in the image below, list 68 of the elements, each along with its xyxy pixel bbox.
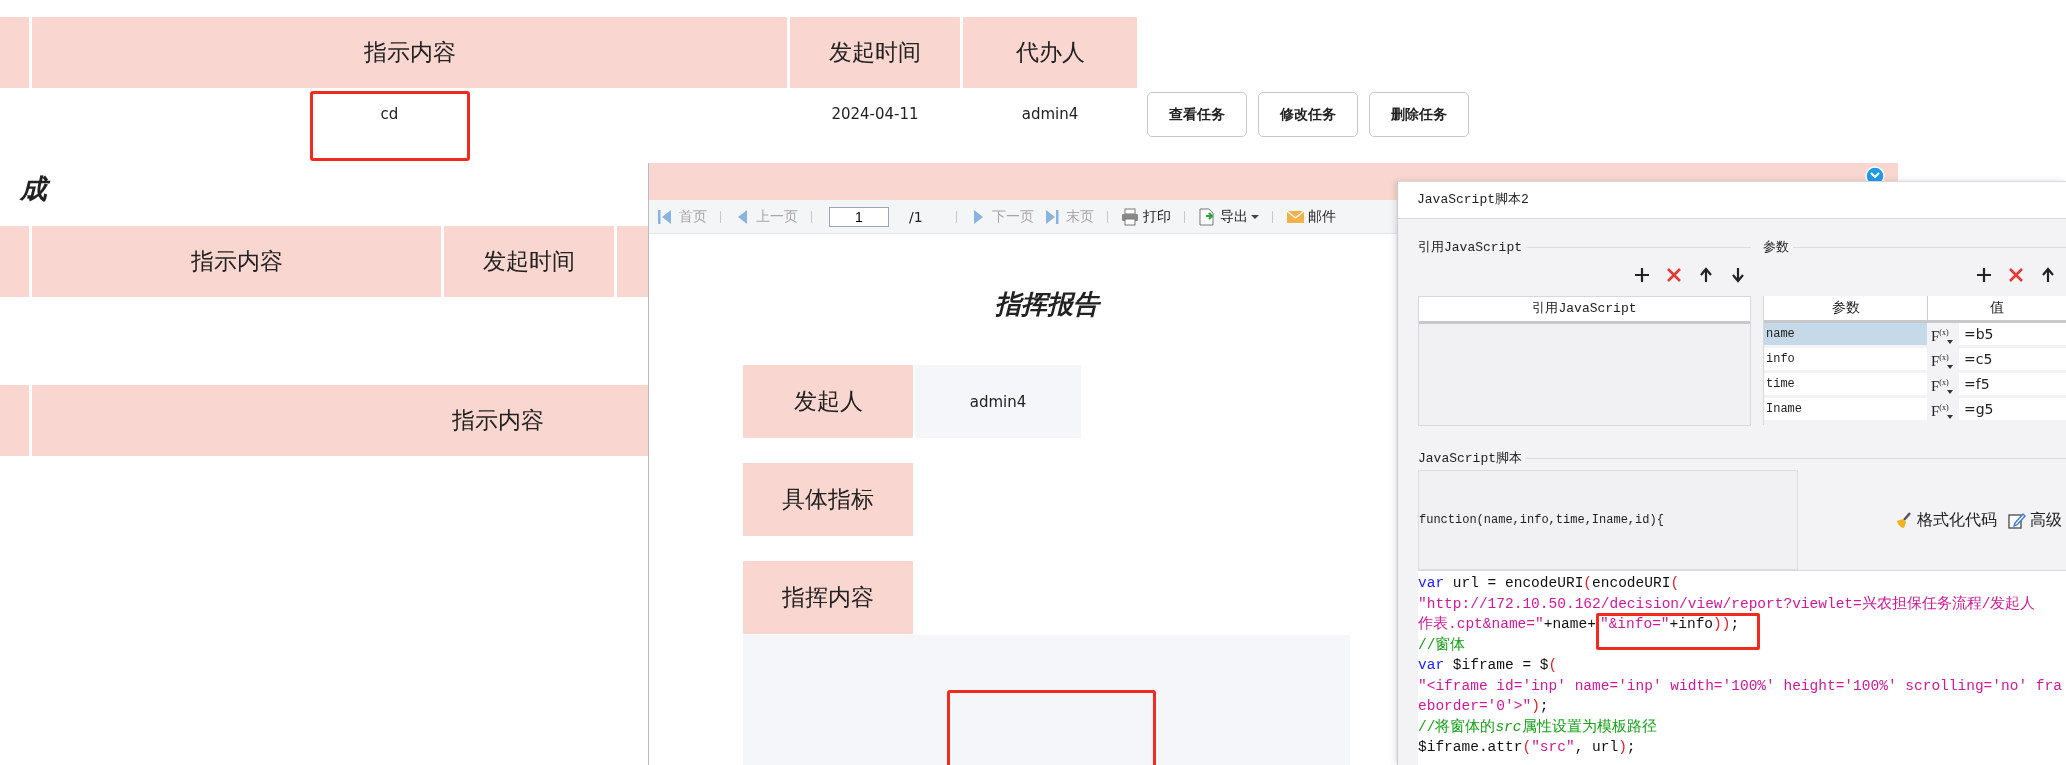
code-line: "<iframe id='inp' name='inp' width='100%' height='100%' scrolling='no' fra (1418, 676, 2062, 696)
table-cell: 2024-04-11 (831, 104, 919, 124)
column-header: 引用JavaScript (1419, 297, 1750, 324)
dialog-title: JavaScript脚本2 (1398, 182, 2066, 219)
value-field[interactable]: =g5 (1959, 398, 2066, 420)
task-button[interactable]: 查看任务 (1147, 92, 1247, 137)
page-total: /1 (909, 208, 923, 225)
code-line: $iframe.attr("src", url); (1418, 738, 1636, 757)
code-line: eborder='0'>"); (1418, 697, 1549, 716)
header-cell (0, 385, 29, 456)
caret-icon (1947, 365, 1953, 369)
code-line: "http://172.10.50.162/decision/view/report?viewlet=兴农担保任务流程/发起人 (1418, 594, 2036, 614)
caret-icon (1947, 340, 1953, 344)
page-number-field[interactable]: 1 (829, 206, 889, 227)
header-cell (0, 226, 29, 297)
column-header: 代办人 (963, 17, 1137, 88)
section-label: 引用JavaScript (1418, 239, 1522, 256)
report-title: 指挥报告 (994, 288, 1099, 321)
section-label: JavaScript脚本 (1418, 450, 1522, 467)
value-field[interactable]: =b5 (1959, 323, 2066, 345)
header-cell (0, 17, 29, 88)
value-field[interactable]: =f5 (1959, 373, 2066, 395)
function-signature: function(name,info,time,Iname,id){ (1418, 470, 1798, 570)
add-icon[interactable] (1633, 266, 1651, 284)
caret-icon (1947, 390, 1953, 394)
code-editor[interactable] (1418, 570, 2066, 765)
param-name[interactable]: name (1764, 323, 1927, 345)
code-line: var url = encodeURI(encodeURI( (1418, 574, 1680, 593)
column-header: 发起时间 (444, 226, 614, 297)
param-name[interactable]: Iname (1764, 398, 1927, 420)
field-label: 具体指标 (743, 463, 913, 536)
toolbar-button[interactable]: 导出 (1195, 207, 1261, 226)
toolbar-button[interactable]: 格式化代码 (1894, 509, 1997, 531)
table-cell: admin4 (1021, 104, 1079, 124)
field-label: 指挥内容 (743, 561, 913, 634)
code-line: //将窗体的src属性设置为模板路径 (1418, 717, 1657, 737)
param-name[interactable]: info (1764, 348, 1927, 370)
column-header: 值 (1989, 298, 2005, 317)
toolbar-button[interactable]: 邮件 (1283, 207, 1338, 226)
field-value: admin4 (915, 365, 1081, 438)
toolbar-button[interactable]: 打印 (1118, 207, 1173, 226)
section-label: 参数 (1763, 239, 1789, 256)
value-field[interactable]: =c5 (1959, 348, 2066, 370)
code-line: //窗体 (1418, 635, 1466, 655)
toolbar-button[interactable]: 高级 (2007, 509, 2062, 531)
code-line: var $iframe = $( (1418, 656, 1558, 675)
printer-icon (1120, 207, 1140, 226)
arrow-down-icon[interactable] (1729, 266, 1747, 284)
table-cell: cd (309, 91, 470, 161)
column-header: 发起时间 (790, 17, 960, 88)
param-name[interactable]: time (1764, 373, 1927, 395)
delete-icon[interactable] (1665, 266, 1683, 284)
arrow-up-icon[interactable] (2039, 266, 2057, 284)
caret-icon (1947, 415, 1953, 419)
field-label: 发起人 (743, 365, 913, 438)
add-icon[interactable] (1975, 266, 1993, 284)
export-icon (1197, 207, 1217, 226)
broom-icon (1894, 510, 1913, 530)
delete-icon[interactable] (2007, 266, 2025, 284)
task-button[interactable]: 修改任务 (1258, 92, 1358, 137)
column-header: 指示内容 (32, 226, 441, 297)
task-button[interactable]: 删除任务 (1369, 92, 1469, 137)
column-header: 参数 (1764, 296, 1928, 320)
column-header: 指示内容 (32, 17, 787, 88)
caret-icon (1250, 213, 1259, 220)
edit-icon (2007, 510, 2026, 530)
arrow-up-icon[interactable] (1697, 266, 1715, 284)
code-line: 作表.cpt&name="+name+ "&info="+info)); (1418, 614, 1740, 635)
